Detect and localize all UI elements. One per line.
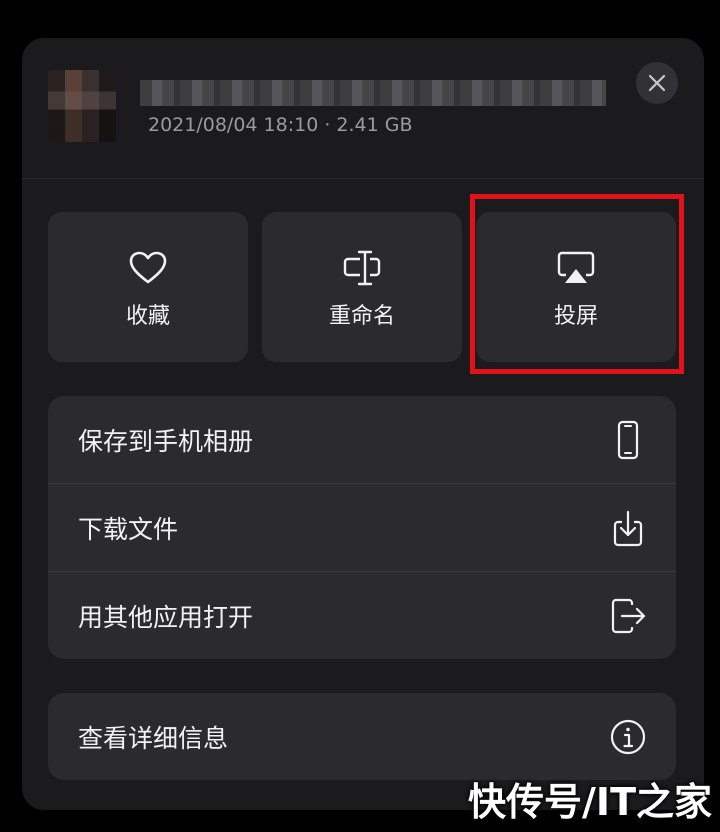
open-in-app-icon [611,598,646,634]
open-with-other-app-label: 用其他应用打开 [78,603,254,632]
save-to-album-item[interactable]: 保存到手机相册 [48,396,676,484]
rename-button[interactable]: 重命名 [262,212,462,362]
favorite-button[interactable]: 收藏 [48,212,248,362]
menu-group-secondary: 查看详细信息 [48,693,676,780]
rename-label: 重命名 [328,304,395,329]
favorite-label: 收藏 [125,304,170,329]
file-header: 2021/08/04 18:10 · 2.41 GB [22,38,704,179]
view-details-item[interactable]: 查看详细信息 [48,693,676,780]
view-details-label: 查看详细信息 [78,724,229,753]
file-thumbnail [48,70,116,142]
heart-icon [129,251,167,284]
highlight-box [470,194,684,374]
file-name-redacted [140,80,606,106]
file-meta: 2021/08/04 18:10 · 2.41 GB [148,114,413,136]
open-with-other-app-item[interactable]: 用其他应用打开 [48,572,676,659]
download-file-item[interactable]: 下载文件 [48,484,676,572]
watermark: 快传号/IT之家 [468,780,712,824]
save-to-album-label: 保存到手机相册 [78,427,254,456]
download-file-label: 下载文件 [78,515,179,544]
file-action-sheet: 2021/08/04 18:10 · 2.41 GB 收藏 重命名 投屏 保存到… [22,38,704,810]
info-icon [610,719,646,755]
close-button[interactable] [636,62,678,104]
phone-icon [617,420,639,460]
close-icon [648,74,666,92]
rename-cursor-icon [343,250,381,286]
download-icon [613,510,643,547]
menu-group-primary: 保存到手机相册 下载文件 用其他应用打开 [48,396,676,659]
